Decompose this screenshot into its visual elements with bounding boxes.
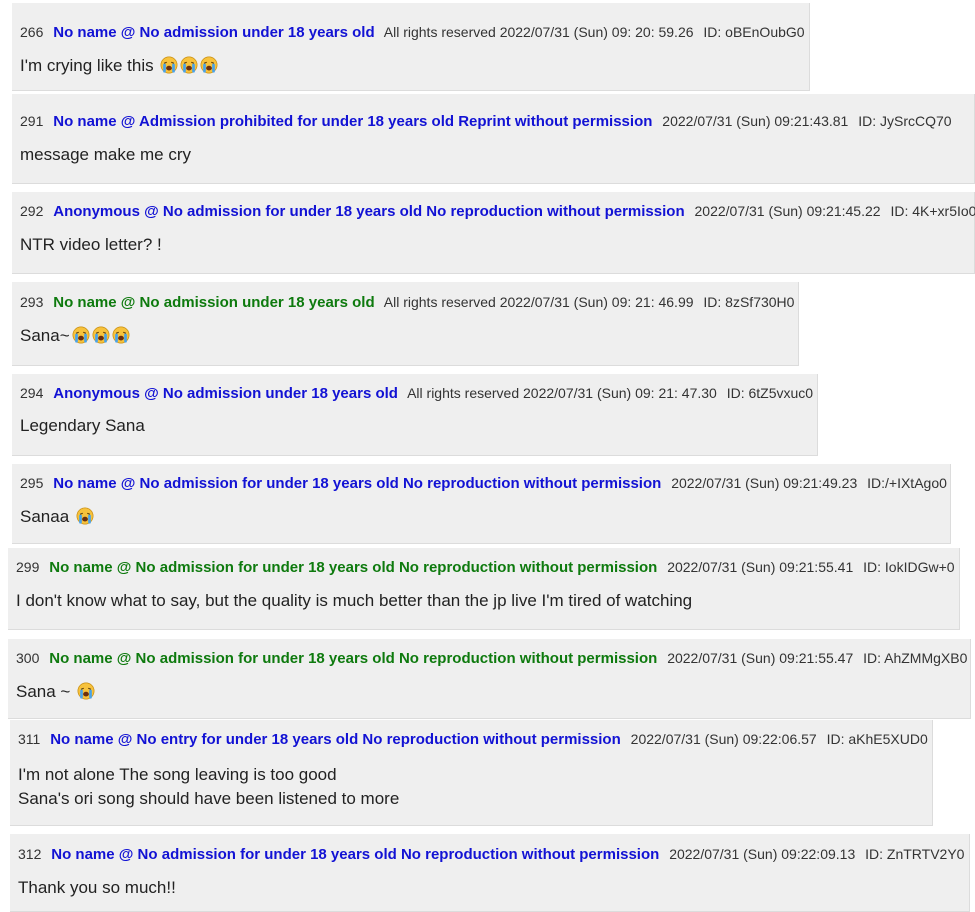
poster-name[interactable]: Anonymous @ No admission under 18 years … [53, 385, 398, 402]
post-body-line: I don't know what to say, but the qualit… [16, 591, 693, 610]
thread-container: 266 No name @ No admission under 18 year… [0, 0, 975, 912]
post-text: Sana ~ [16, 682, 71, 701]
post-body: NTR video letter? ! [20, 233, 966, 257]
poster-name[interactable]: Anonymous @ No admission for under 18 ye… [53, 203, 684, 220]
post-body-line: message make me cry [20, 145, 191, 164]
post-number[interactable]: 291 [20, 113, 43, 129]
post-body: Thank you so much!! [18, 876, 961, 900]
poster-name[interactable]: No name @ No entry for under 18 years ol… [50, 731, 621, 748]
post-body-line: Sana ~ [16, 680, 962, 704]
poster-name[interactable]: No name @ No admission for under 18 year… [49, 650, 657, 667]
post-header: 292 Anonymous @ No admission for under 1… [20, 192, 975, 221]
loudly-crying-face-icon [112, 326, 130, 344]
post-body-line: I'm not alone The song leaving is too go… [18, 765, 337, 784]
post-text: Sanaa [20, 507, 70, 526]
post-number[interactable]: 300 [16, 650, 39, 666]
poster-id[interactable]: ID: IokIDGw+0 [863, 559, 954, 575]
post-number[interactable]: 311 [18, 731, 40, 747]
post-timestamp: 2022/07/31 (Sun) 09:21:49.23 [671, 475, 858, 491]
loudly-crying-face-icon [200, 56, 218, 74]
post-294: 294 Anonymous @ No admission under 18 ye… [12, 374, 818, 456]
post-299: 299 No name @ No admission for under 18 … [8, 548, 960, 630]
post-293: 293 No name @ No admission under 18 year… [12, 282, 799, 366]
post-header: 294 Anonymous @ No admission under 18 ye… [20, 374, 813, 403]
post-timestamp: 2022/07/31 (Sun) 09:21:45.22 [694, 203, 881, 219]
poster-id[interactable]: ID: oBEnOubG0 [703, 24, 804, 40]
poster-name[interactable]: No name @ No admission for under 18 year… [49, 559, 657, 576]
post-header: 293 No name @ No admission under 18 year… [20, 282, 794, 312]
post-body: Sana ~ [16, 680, 962, 704]
post-timestamp: All rights reserved 2022/07/31 (Sun) 09:… [383, 24, 694, 40]
post-header: 291 No name @ Admission prohibited for u… [20, 94, 966, 131]
poster-id[interactable]: ID:/+IXtAgo0 [867, 475, 947, 491]
post-number[interactable]: 294 [20, 385, 43, 401]
post-body-line: Thank you so much!! [18, 878, 176, 897]
post-body: Sana~ [20, 324, 790, 348]
post-body-line: I'm crying like this [20, 54, 801, 78]
post-header: 312 No name @ No admission for under 18 … [18, 834, 964, 864]
post-body-line: Sana's ori song should have been listene… [18, 789, 400, 808]
post-number[interactable]: 299 [16, 559, 39, 575]
loudly-crying-face-icon [72, 326, 90, 344]
post-body: I don't know what to say, but the qualit… [16, 589, 951, 613]
poster-name[interactable]: No name @ No admission under 18 years ol… [53, 24, 374, 41]
loudly-crying-face-icon [160, 56, 178, 74]
post-291: 291 No name @ Admission prohibited for u… [12, 94, 975, 184]
post-311: 311 No name @ No entry for under 18 year… [10, 720, 933, 826]
post-text: I'm crying like this [20, 56, 154, 75]
post-295: 295 No name @ No admission for under 18 … [12, 464, 951, 544]
post-number[interactable]: 295 [20, 475, 43, 491]
post-number[interactable]: 292 [20, 203, 43, 219]
post-body-line: Sana~ [20, 324, 790, 348]
post-body: message make me cry [20, 143, 966, 167]
post-number[interactable]: 312 [18, 846, 41, 862]
poster-id[interactable]: ID: JySrcCQ70 [858, 113, 951, 129]
post-body-line: NTR video letter? ! [20, 235, 162, 254]
post-timestamp: 2022/07/31 (Sun) 09:21:55.47 [667, 650, 854, 666]
poster-name[interactable]: No name @ No admission for under 18 year… [53, 475, 661, 492]
post-header: 266 No name @ No admission under 18 year… [20, 3, 805, 42]
poster-name[interactable]: No name @ No admission for under 18 year… [51, 846, 659, 863]
post-300: 300 No name @ No admission for under 18 … [8, 639, 971, 719]
post-body: I'm not alone The song leaving is too go… [18, 763, 924, 811]
post-header: 295 No name @ No admission for under 18 … [20, 464, 947, 493]
poster-id[interactable]: ID: ZnTRTV2Y0 [865, 846, 964, 862]
post-body-line: Legendary Sana [20, 416, 145, 435]
poster-id[interactable]: ID: 4K+xr5Io0 [890, 203, 975, 219]
loudly-crying-face-icon [92, 326, 110, 344]
post-timestamp: 2022/07/31 (Sun) 09:22:09.13 [669, 846, 856, 862]
poster-name[interactable]: No name @ Admission prohibited for under… [53, 113, 652, 130]
post-body: Legendary Sana [20, 414, 809, 438]
poster-id[interactable]: ID: aKhE5XUD0 [827, 731, 928, 747]
loudly-crying-face-icon [180, 56, 198, 74]
post-timestamp: All rights reserved 2022/07/31 (Sun) 09:… [383, 294, 694, 310]
post-header: 300 No name @ No admission for under 18 … [16, 639, 967, 668]
post-body: Sanaa [20, 505, 942, 529]
poster-id[interactable]: ID: 6tZ5vxuc0 [727, 385, 813, 401]
loudly-crying-face-icon [77, 682, 95, 700]
poster-id[interactable]: ID: 8zSf730H0 [703, 294, 794, 310]
post-292: 292 Anonymous @ No admission for under 1… [12, 192, 975, 274]
loudly-crying-face-icon [76, 507, 94, 525]
post-timestamp: 2022/07/31 (Sun) 09:21:55.41 [667, 559, 854, 575]
post-body-line: Sanaa [20, 505, 942, 529]
post-timestamp: 2022/07/31 (Sun) 09:21:43.81 [662, 113, 849, 129]
post-266: 266 No name @ No admission under 18 year… [12, 3, 810, 91]
post-header: 311 No name @ No entry for under 18 year… [18, 720, 928, 749]
post-timestamp: All rights reserved 2022/07/31 (Sun) 09:… [407, 385, 717, 401]
post-number[interactable]: 266 [20, 24, 43, 40]
post-number[interactable]: 293 [20, 294, 43, 310]
post-header: 299 No name @ No admission for under 18 … [16, 548, 955, 577]
post-body: I'm crying like this [20, 54, 801, 78]
post-text: Sana~ [20, 326, 70, 345]
poster-id[interactable]: ID: AhZMMgXB0 [863, 650, 967, 666]
poster-name[interactable]: No name @ No admission under 18 years ol… [53, 294, 374, 311]
post-timestamp: 2022/07/31 (Sun) 09:22:06.57 [630, 731, 817, 747]
post-312: 312 No name @ No admission for under 18 … [10, 834, 970, 912]
